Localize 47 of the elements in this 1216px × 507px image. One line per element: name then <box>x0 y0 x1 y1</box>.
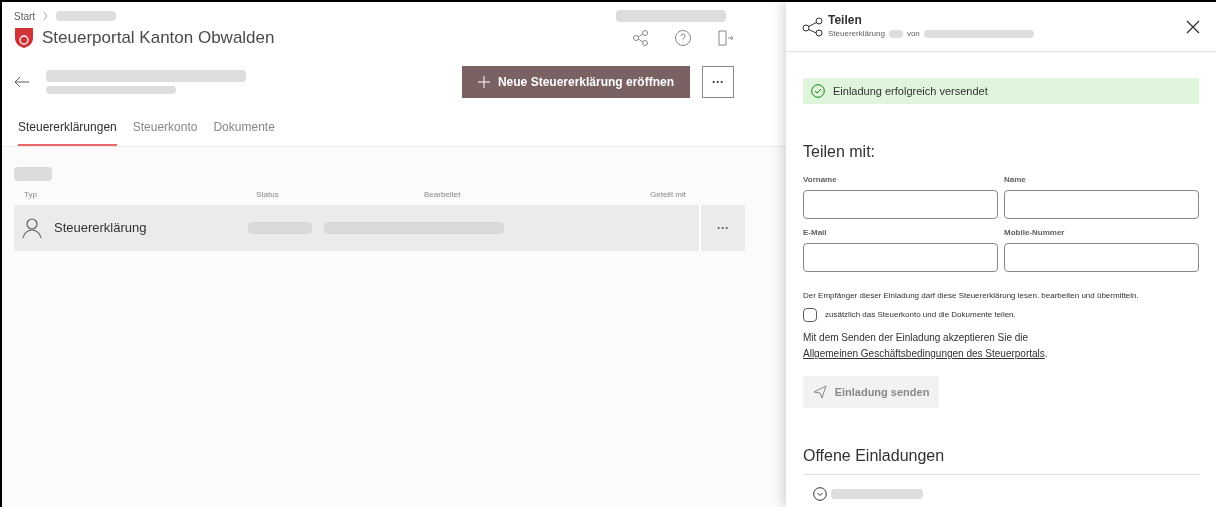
column-header: Geteilt mit <box>650 189 687 201</box>
chevron-icon <box>43 12 49 20</box>
share-icon[interactable] <box>632 29 650 47</box>
input-field[interactable] <box>803 190 998 219</box>
panel-subtitle: von <box>906 28 920 40</box>
sign-out-icon[interactable] <box>716 29 734 47</box>
person-icon <box>22 217 42 239</box>
back-arrow-icon[interactable] <box>14 76 30 88</box>
checkbox-label: zusätzlich das Steuerkonto und die Dokumente teilen. <box>825 309 1016 321</box>
row-more-button[interactable]: ··· <box>699 205 745 251</box>
shield-logo-icon <box>14 27 34 49</box>
redaction-mark <box>14 167 52 181</box>
panel-subtitle: Steuererklärung <box>828 28 885 40</box>
column-header: Status <box>256 189 280 201</box>
help-icon[interactable] <box>674 29 692 47</box>
tab[interactable]: Steuerkonto <box>132 118 198 146</box>
field-label: Mobile-Nummer <box>1004 227 1066 239</box>
column-header: Typ <box>24 189 38 201</box>
section-title: Offene Einladungen <box>803 444 1199 475</box>
field-label: Vorname <box>803 174 838 186</box>
app-title: Steuerportal Kanton Obwalden <box>42 27 275 50</box>
checkbox[interactable] <box>803 308 817 322</box>
redaction-mark <box>56 11 117 21</box>
new-tax-return-button[interactable]: Neue Steuererklärung eröffnen <box>461 66 690 98</box>
input-field[interactable] <box>1004 243 1199 272</box>
panel-title: Teilen <box>828 13 863 28</box>
send-icon <box>812 385 827 399</box>
success-message: Einladung erfolgreich versendet <box>833 83 988 99</box>
terms-text: Mit dem Senden der Einladung akzeptieren Sie die Allgemeinen Geschäftsbedingungen des Steuerportals. <box>803 331 1049 361</box>
field-label: E-Mail <box>803 227 828 239</box>
info-text: Der Empfänger dieser Einladung darf diese Steuererklärung lesen. bearbeiten und übermitteln. <box>803 290 1140 302</box>
share-icon <box>802 16 824 37</box>
section-title: Teilen mit: <box>803 142 877 162</box>
column-header: Bearbeitet <box>424 189 462 201</box>
chevron-circle-icon[interactable] <box>813 487 827 501</box>
breadcrumb-link[interactable]: Start <box>14 8 36 24</box>
redaction-mark <box>888 30 903 38</box>
check-circle-icon <box>811 84 825 98</box>
close-icon[interactable] <box>1186 19 1200 34</box>
field-label: Name <box>1004 174 1027 186</box>
input-field[interactable] <box>803 243 998 272</box>
terms-link[interactable]: Allgemeinen Geschäftsbedingungen des Steuerportals <box>803 348 1045 359</box>
input-field[interactable] <box>1004 190 1199 219</box>
tab[interactable]: Dokumente <box>213 118 275 146</box>
plus-icon <box>477 76 490 88</box>
more-button[interactable]: ··· <box>702 66 734 98</box>
table-cell-text: Steuererklärung <box>54 219 148 238</box>
